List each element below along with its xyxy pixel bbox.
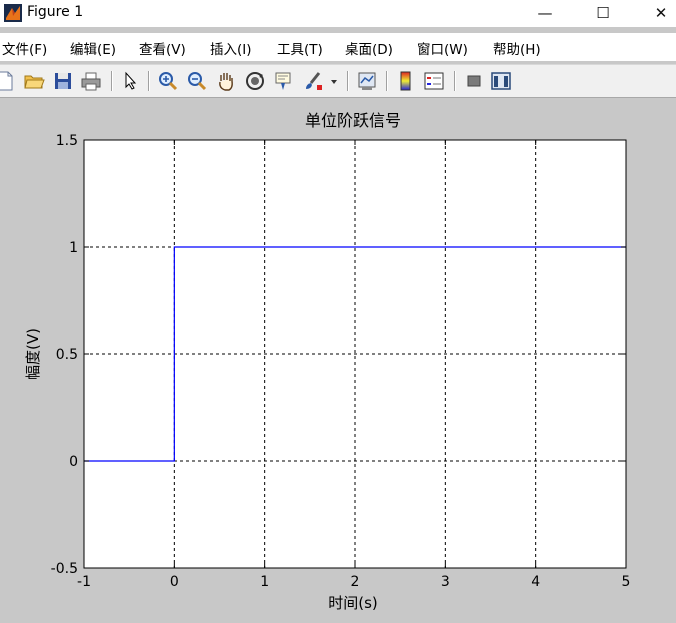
y-tick-label: -0.5 bbox=[51, 561, 78, 577]
x-tick-label: -1 bbox=[77, 574, 91, 590]
x-axis-label: 时间(s) bbox=[328, 594, 378, 612]
toolbar-separator bbox=[347, 71, 349, 91]
save-icon[interactable] bbox=[52, 70, 74, 92]
close-button[interactable]: ✕ bbox=[639, 0, 676, 27]
window-title: Figure 1 bbox=[27, 4, 84, 20]
plot-chart[interactable]: -1 0 1 2 3 4 5 -0.5 0 0.5 1 1.5 单位阶跃信号 时间(s) 幅度(V) bbox=[0, 98, 676, 619]
y-tick-label: 1.5 bbox=[56, 133, 78, 149]
show-plot-tools-icon[interactable] bbox=[490, 70, 512, 92]
toolbar bbox=[0, 64, 676, 98]
x-tick-label: 1 bbox=[260, 574, 269, 590]
y-tick-label: 0.5 bbox=[56, 347, 78, 363]
menu-edit[interactable]: 编辑(E) bbox=[70, 38, 116, 58]
brush-icon[interactable] bbox=[302, 70, 324, 92]
menu-window[interactable]: 窗口(W) bbox=[417, 38, 468, 58]
y-axis-label: 幅度(V) bbox=[24, 328, 42, 380]
print-icon[interactable] bbox=[80, 70, 102, 92]
menu-view[interactable]: 查看(V) bbox=[139, 38, 186, 58]
colorbar-icon[interactable] bbox=[395, 70, 417, 92]
link-plot-icon[interactable] bbox=[356, 70, 378, 92]
menu-tools[interactable]: 工具(T) bbox=[277, 38, 323, 58]
pan-hand-icon[interactable] bbox=[215, 70, 237, 92]
toolbar-separator bbox=[386, 71, 388, 91]
maximize-button[interactable]: ☐ bbox=[581, 0, 625, 27]
menu-desktop[interactable]: 桌面(D) bbox=[345, 38, 393, 58]
matlab-logo-icon bbox=[4, 4, 22, 22]
toolbar-separator bbox=[111, 71, 113, 91]
title-bar: Figure 1 — ☐ ✕ bbox=[0, 0, 676, 27]
open-folder-icon[interactable] bbox=[23, 70, 45, 92]
menu-help[interactable]: 帮助(H) bbox=[493, 38, 541, 58]
y-tick-label: 0 bbox=[69, 454, 78, 470]
legend-icon[interactable] bbox=[423, 70, 445, 92]
x-tick-label: 0 bbox=[170, 574, 179, 590]
new-file-icon[interactable] bbox=[0, 70, 16, 92]
x-tick-label: 2 bbox=[351, 574, 360, 590]
y-tick-label: 1 bbox=[69, 240, 78, 256]
zoom-in-icon[interactable] bbox=[157, 70, 179, 92]
x-tick-label: 3 bbox=[441, 574, 450, 590]
menu-bar: 文件(F) 编辑(E) 查看(V) 插入(I) 工具(T) 桌面(D) 窗口(W… bbox=[0, 33, 676, 61]
menu-insert[interactable]: 插入(I) bbox=[210, 38, 252, 58]
figure-canvas: -1 0 1 2 3 4 5 -0.5 0 0.5 1 1.5 单位阶跃信号 时间(s) 幅度(V) bbox=[0, 98, 676, 619]
menu-file[interactable]: 文件(F) bbox=[2, 38, 47, 58]
x-tick-label: 5 bbox=[622, 574, 631, 590]
hide-plot-tools-icon[interactable] bbox=[463, 70, 485, 92]
zoom-out-icon[interactable] bbox=[186, 70, 208, 92]
data-cursor-icon[interactable] bbox=[273, 70, 295, 92]
toolbar-separator bbox=[454, 71, 456, 91]
chart-title: 单位阶跃信号 bbox=[305, 111, 401, 130]
dropdown-arrow-icon[interactable] bbox=[328, 70, 340, 92]
toolbar-separator bbox=[148, 71, 150, 91]
x-tick-label: 4 bbox=[531, 574, 540, 590]
minimize-button[interactable]: — bbox=[523, 0, 567, 27]
rotate-3d-icon[interactable] bbox=[244, 70, 266, 92]
pointer-icon[interactable] bbox=[120, 70, 142, 92]
